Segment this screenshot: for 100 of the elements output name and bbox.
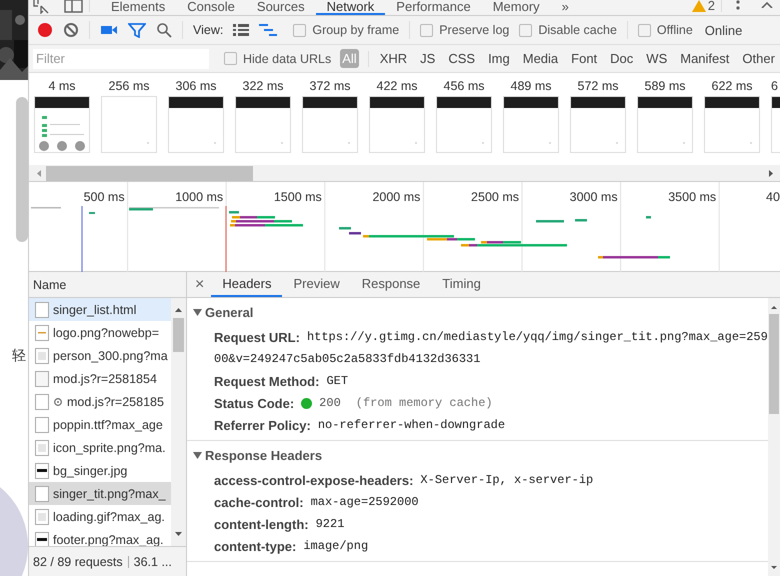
frame-thumbnail[interactable] [34,96,90,153]
type-filter-button[interactable]: Img [486,49,512,68]
frame-thumbnail[interactable] [302,96,358,153]
request-row[interactable]: bg_singer.jpg [29,459,171,482]
section-title[interactable]: Response Headers [205,448,322,462]
request-name: bg_singer.jpg [53,464,128,478]
checkbox[interactable]: Group by frame [293,23,400,37]
panel-tab[interactable]: Sources [246,0,316,15]
tick-label: 1500 ms [274,190,322,204]
filter-field[interactable]: Filter [33,48,209,68]
tick-label: 40 [766,190,780,204]
detail-tab[interactable]: Headers [211,272,282,297]
request-row[interactable]: logo.png?nowebp= [29,321,171,344]
expanded-triangle-icon[interactable] [193,308,202,316]
search-icon[interactable] [156,22,172,38]
header-value: https://y.gtimg.cn/mediastyle/yqq/img/singer_tit.png?max_age=259 [306,330,768,344]
request-row[interactable]: singer_list.html [29,298,171,321]
list-view-icon[interactable] [233,23,250,37]
panel-tab[interactable]: Elements [100,0,176,15]
panel-tab[interactable]: Memory [482,0,551,15]
frame-thumbnail[interactable] [436,96,492,153]
detail-tab[interactable]: Preview [282,272,351,297]
column-header[interactable]: Name [29,272,186,298]
request-row[interactable]: singer_tit.png?max_ [29,482,171,505]
request-name: logo.png?nowebp= [53,326,159,340]
request-name: singer_list.html [53,302,136,316]
view-label: View: [193,23,224,37]
frame-time: 422 ms [376,79,418,93]
request-name: person_300.png?ma [53,348,168,362]
frame-thumbnail[interactable] [168,96,224,153]
checkbox[interactable]: Preserve log [420,23,510,37]
type-filter-button[interactable]: WS [644,49,670,68]
request-name: singer_tit.png?max_ [53,486,166,500]
file-icon [35,348,49,364]
request-row[interactable]: mod.js?r=2581854 [29,367,171,390]
frame-time: 622 ms [712,79,752,93]
type-filter-button[interactable]: Manifest [678,49,732,68]
checkbox[interactable]: Offline [638,23,693,37]
frame-thumbnail[interactable] [369,96,425,153]
type-filter-button[interactable]: CSS [446,49,478,68]
header-note: (from memory cache) [356,396,493,410]
tick-label: 2500 ms [471,190,519,204]
transferred-size: 36.1 ... [134,554,172,568]
request-row[interactable]: person_300.png?ma [29,344,171,367]
clear-icon[interactable] [63,22,79,38]
close-button[interactable]: × [187,272,212,297]
file-icon [35,486,49,502]
more-tabs-button[interactable]: » [550,0,580,15]
header-value: 00&v=249247c5ab05c2a5833fdb4132d36331 [213,351,482,368]
checkbox[interactable]: Disable cache [519,23,617,37]
request-row[interactable]: loading.gif?max_ag. [29,505,171,528]
type-filter-button[interactable]: Other [740,49,777,68]
header-name: Referrer Policy: [214,418,311,432]
detail-tab[interactable]: Response [350,272,432,297]
file-icon [35,416,49,432]
section-title[interactable]: General [205,304,254,320]
filter-icon[interactable] [128,22,146,38]
type-filter-button[interactable]: Media [520,49,560,68]
type-filter-button[interactable]: XHR [378,49,410,68]
detail-tab[interactable]: Timing [431,272,492,297]
request-name: mod.js?r=2581854 [53,372,157,386]
header-value: X-Server-Ip, x-server-ip [420,473,594,487]
frame-thumbnail[interactable] [503,96,559,153]
header-value: 200 [319,396,341,410]
request-row[interactable]: poppin.ttf?max_age [29,413,171,436]
header-name: content-length: [214,516,309,532]
frame-thumbnail[interactable] [637,96,693,153]
type-filter-button[interactable]: JS [418,49,438,68]
request-name: poppin.ttf?max_age [53,418,163,432]
expanded-triangle-icon[interactable] [193,450,202,460]
tick-label: 500 ms [84,190,125,204]
checkbox[interactable]: Hide data URLs [224,52,332,66]
request-row[interactable]: icon_sprite.png?ma. [29,436,171,459]
waterfall-view-icon[interactable] [259,23,278,37]
header-value: max-age=2592000 [310,495,419,509]
header-name: Request URL: [214,330,300,344]
file-icon [35,394,49,410]
type-filter-button[interactable]: Font [569,49,600,68]
scrollbar[interactable] [15,97,28,242]
request-name: icon_sprite.png?ma. [53,440,166,454]
request-row[interactable]: mod.js?r=258185 [29,390,171,413]
panel-tab[interactable]: Console [176,0,246,15]
frame-time: 322 ms [242,79,284,93]
record-button[interactable] [37,22,53,38]
frame-thumbnail[interactable] [235,96,291,153]
request-name: mod.js?r=258185 [67,394,164,408]
type-filter-button[interactable]: Doc [608,49,636,68]
gear-icon [53,396,63,406]
frame-time: 489 ms [510,79,552,93]
frame-time: 4 ms [48,79,76,93]
frame-thumbnail[interactable] [101,96,157,153]
frame-thumbnail[interactable] [570,96,626,153]
throttling-dropdown[interactable]: Online [702,20,744,40]
panel-tab[interactable]: Performance [385,0,482,15]
file-icon [35,370,49,386]
warning-count[interactable]: 2 [706,0,721,15]
header-name: access-control-expose-headers: [214,472,414,488]
frame-thumbnail[interactable] [704,96,760,153]
header-value: no-referrer-when-downgrade [318,418,506,432]
request-row[interactable]: footer.png?max_ag. [29,528,171,546]
